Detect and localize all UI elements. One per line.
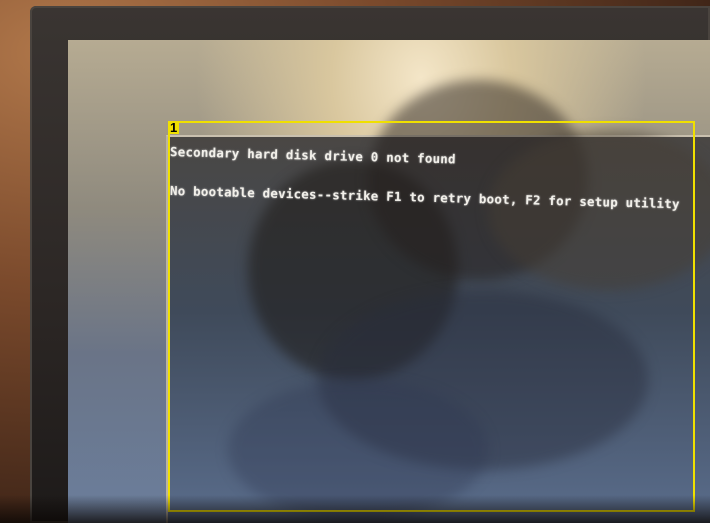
annotation-label: 1 [168, 120, 180, 135]
annotation-box[interactable] [168, 121, 695, 512]
bottom-shadow [0, 495, 710, 523]
